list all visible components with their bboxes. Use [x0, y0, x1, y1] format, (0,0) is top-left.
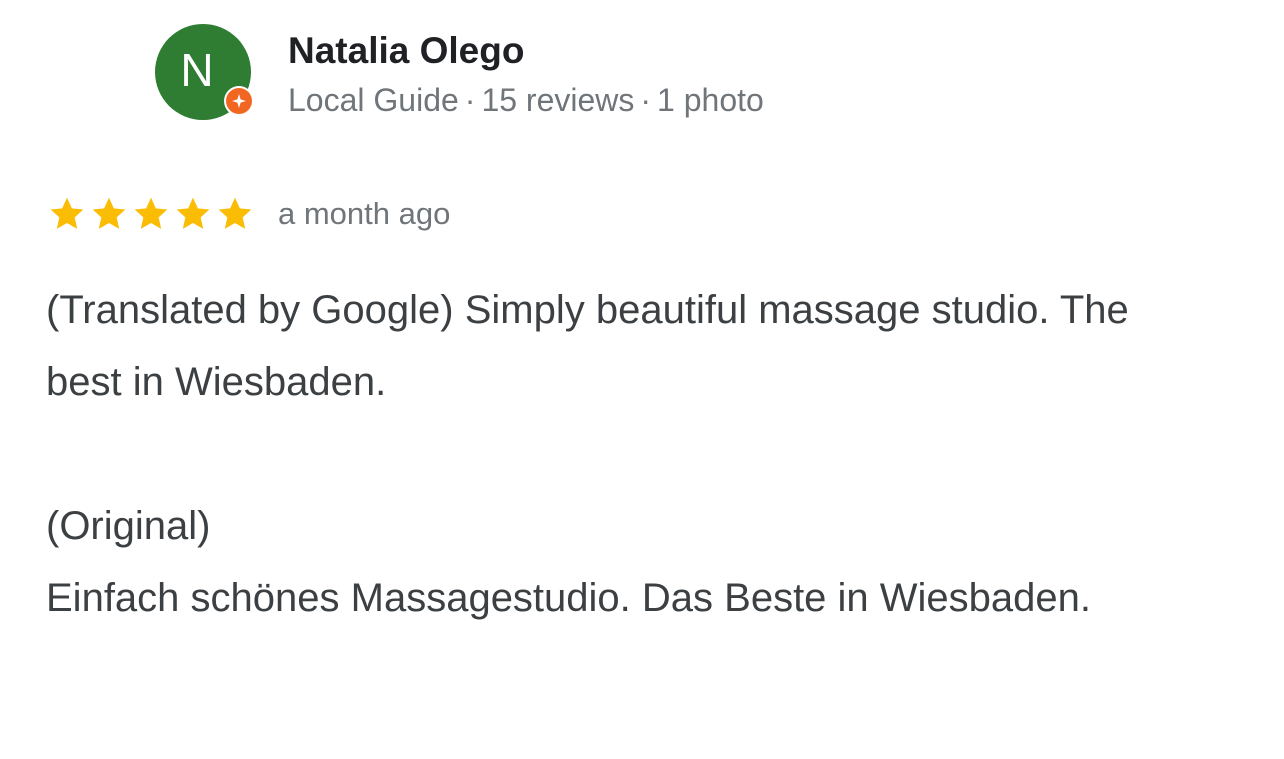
original-review-text: Einfach schönes Massagestudio. Das Beste… — [46, 576, 1092, 620]
star-icon — [130, 194, 172, 234]
star-icon — [88, 194, 130, 234]
reviewer-level: Local Guide — [288, 82, 459, 118]
local-guide-star-icon — [226, 88, 252, 114]
reviewer-name[interactable]: Natalia Olego — [288, 30, 764, 72]
meta-separator: · — [640, 82, 652, 118]
avatar-initial: N — [180, 44, 214, 96]
reviews-count: 15 reviews — [481, 82, 635, 118]
reviewer-header: N Natalia Olego Local Guide · 15 reviews · 1… — [155, 24, 764, 120]
review-body: (Translated by Google) Simply beautiful … — [46, 274, 1196, 634]
photos-count: 1 photo — [657, 82, 764, 118]
rating-row: a month ago — [46, 194, 450, 234]
star-icon — [46, 194, 88, 234]
reviewer-meta: Local Guide · 15 reviews · 1 photo — [288, 82, 764, 118]
meta-separator: · — [464, 82, 476, 118]
star-icon — [214, 194, 256, 234]
local-guide-badge — [224, 86, 254, 116]
review-card: N Natalia Olego Local Guide · 15 reviews · 1… — [0, 0, 1284, 759]
translated-review-text: (Translated by Google) Simply beautiful … — [46, 288, 1129, 404]
review-date: a month ago — [278, 196, 451, 231]
original-label: (Original) — [46, 504, 211, 548]
avatar[interactable]: N — [155, 24, 254, 120]
star-icon — [172, 194, 214, 234]
reviewer-info: Natalia Olego Local Guide · 15 reviews · 1 p… — [288, 30, 764, 118]
star-rating — [46, 194, 256, 234]
